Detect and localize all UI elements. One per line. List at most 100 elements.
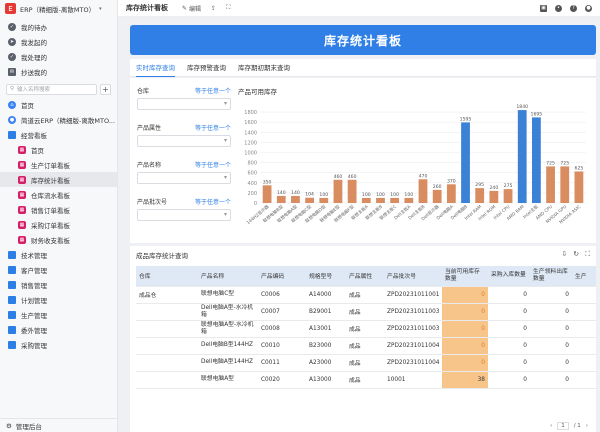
bar[interactable]	[503, 189, 513, 203]
sidebar-item-warehouse-board[interactable]: ▦ 仓库流水看板	[0, 187, 117, 202]
column-header[interactable]: 生产	[572, 266, 596, 287]
prev-page-button[interactable]: ‹	[550, 423, 552, 429]
pencil-icon: ✎	[182, 4, 188, 12]
filter-operator[interactable]: 等于任意一个	[195, 123, 231, 132]
sidebar-item-app-root[interactable]: ● 简道云ERP（精细版-离散MTO...	[0, 112, 117, 127]
bar[interactable]	[446, 184, 456, 203]
bar[interactable]	[262, 185, 272, 203]
edit-button[interactable]: ✎ 编辑	[182, 4, 201, 13]
sidebar-item-production-board[interactable]: ▦ 生产订单看板	[0, 157, 117, 172]
column-header[interactable]: 当前可用库存数量	[442, 266, 488, 287]
bar[interactable]	[517, 110, 527, 203]
filter-operator[interactable]: 等于任意一个	[195, 197, 231, 206]
app-switcher[interactable]: E ERP（精细版-离散MTO） ▾	[0, 0, 117, 17]
sidebar-item-label: 采购订单看板	[31, 221, 70, 230]
next-page-button[interactable]: ›	[586, 423, 588, 429]
column-header[interactable]: 生产领料出库数量	[530, 266, 572, 287]
app-title: ERP（精细版-离散MTO）	[20, 5, 96, 14]
filter-select[interactable]	[137, 135, 231, 147]
column-header[interactable]: 产品属性	[346, 266, 384, 287]
admin-link[interactable]: ⚙ 管理后台	[0, 418, 117, 432]
page-number[interactable]: 1	[557, 422, 569, 430]
bar[interactable]	[546, 166, 555, 203]
sidebar-folder-purchase[interactable]: 采购管理	[0, 337, 117, 352]
data-label: 140	[277, 190, 286, 196]
column-header[interactable]: 产品批次号	[384, 266, 442, 287]
chevron-down-icon: ▾	[99, 5, 102, 12]
sidebar-item-home[interactable]: ⌂ 首页	[0, 97, 117, 112]
bar[interactable]	[404, 197, 414, 203]
column-header[interactable]: 产品编码	[258, 266, 306, 287]
sidebar-folder-sales[interactable]: 销售管理	[0, 277, 117, 292]
filter-select[interactable]	[137, 172, 231, 184]
bar[interactable]	[560, 166, 570, 203]
table-row[interactable]: Dell电脑B型144HZ C0010 B23000 成品 ZPD20231011004…	[136, 337, 596, 355]
sidebar-item-purchase-board[interactable]: ▦ 采购订单看板	[0, 217, 117, 232]
table-row[interactable]: Dell电脑A型-水冷机箱 C0007 B29001 成品 ZPD20231011003…	[136, 303, 596, 321]
cell-name: 联想电脑A型	[198, 371, 258, 389]
sidebar-item-label: 客户管理	[21, 266, 47, 275]
share-button[interactable]: ⇪	[211, 5, 216, 12]
bar[interactable]	[333, 179, 343, 203]
tab-inventory-alert[interactable]: 库存预警查询	[187, 59, 226, 77]
filter-operator[interactable]: 等于任意一个	[195, 86, 231, 95]
fullscreen-button[interactable]: ⛶	[226, 4, 230, 12]
y-tick-label: 400	[247, 181, 257, 187]
layout-icon[interactable]: ▣	[540, 4, 547, 12]
column-header[interactable]: 产品名称	[198, 266, 258, 287]
bar[interactable]	[376, 197, 385, 203]
cell-spec: B29001	[306, 303, 346, 321]
sidebar-folder-outsource[interactable]: 委外管理	[0, 322, 117, 337]
filter-operator[interactable]: 等于任意一个	[195, 160, 231, 169]
table-row[interactable]: 成品仓 联想电脑C型 C0006 A14000 成品 ZPD20231011001 0 0 0	[136, 286, 596, 304]
bar[interactable]	[305, 197, 315, 203]
sidebar-folder-plan[interactable]: 计划管理	[0, 292, 117, 307]
sidebar-item-label: 抄送我的	[21, 68, 47, 77]
bar[interactable]	[361, 197, 371, 203]
avatar[interactable]: ●	[585, 4, 592, 12]
sidebar-item-inventory-board[interactable]: ▦ 库存统计看板	[0, 172, 117, 187]
bar[interactable]	[319, 197, 329, 203]
fullscreen-icon[interactable]: ⛶	[585, 250, 590, 259]
table-row[interactable]: 联想电脑A型 C0020 A13000 成品 10001 38 0 0	[136, 371, 596, 389]
cell-code: C0006	[258, 286, 306, 304]
sidebar-item-handled[interactable]: ✓ 我处理的	[0, 49, 117, 64]
bell-icon[interactable]: •	[555, 4, 562, 12]
sidebar-item-dash-home[interactable]: ▦ 首页	[0, 142, 117, 157]
sidebar-item-sales-board[interactable]: ▦ 销售订单看板	[0, 202, 117, 217]
bar[interactable]	[418, 179, 428, 203]
filter-select[interactable]	[137, 209, 231, 221]
bar[interactable]	[432, 189, 442, 203]
sidebar-folder-production[interactable]: 生产管理	[0, 307, 117, 322]
sidebar-folder-customer[interactable]: 客户管理	[0, 262, 117, 277]
bar[interactable]	[489, 190, 499, 203]
column-header[interactable]: 仓库	[136, 266, 198, 287]
bar[interactable]	[475, 188, 485, 203]
sidebar-item-finance-board[interactable]: ▦ 财务收支看板	[0, 232, 117, 247]
bar[interactable]	[390, 197, 400, 203]
help-icon[interactable]: ?	[570, 4, 577, 12]
refresh-icon[interactable]: ↻	[573, 250, 579, 259]
bar[interactable]	[347, 179, 357, 203]
bar[interactable]	[291, 195, 300, 203]
bar[interactable]	[461, 122, 470, 203]
sidebar-group-dashboard[interactable]: 经营看板	[0, 127, 117, 142]
tab-inventory-period[interactable]: 库存期初期末查询	[238, 59, 290, 77]
sidebar-item-cc[interactable]: ✉ 抄送我的	[0, 64, 117, 79]
sidebar-folder-tech[interactable]: 技术管理	[0, 247, 117, 262]
column-header[interactable]: 采购入库数量	[488, 266, 530, 287]
bar[interactable]	[531, 117, 541, 203]
sidebar-item-initiated[interactable]: ➤ 我发起的	[0, 34, 117, 49]
table-row[interactable]: 联想电脑A型-水冷机箱 C0008 A13001 成品 ZPD20231011003 0 0…	[136, 320, 596, 338]
export-icon[interactable]: ⇩	[561, 250, 567, 259]
sidebar-item-todo[interactable]: ✓ 我的待办	[0, 19, 117, 34]
bar[interactable]	[574, 171, 584, 203]
search-input[interactable]: ⚲ 输入名称搜索	[6, 83, 97, 95]
folder-icon	[8, 265, 16, 274]
bar[interactable]	[276, 195, 286, 203]
add-button[interactable]: +	[100, 83, 111, 95]
tab-realtime-inventory[interactable]: 实时库存查询	[136, 59, 175, 77]
column-header[interactable]: 规格型号	[306, 266, 346, 287]
filter-select[interactable]	[137, 98, 231, 110]
table-row[interactable]: Dell电脑A型144HZ C0011 A23000 成品 ZPD20231011004…	[136, 354, 596, 372]
